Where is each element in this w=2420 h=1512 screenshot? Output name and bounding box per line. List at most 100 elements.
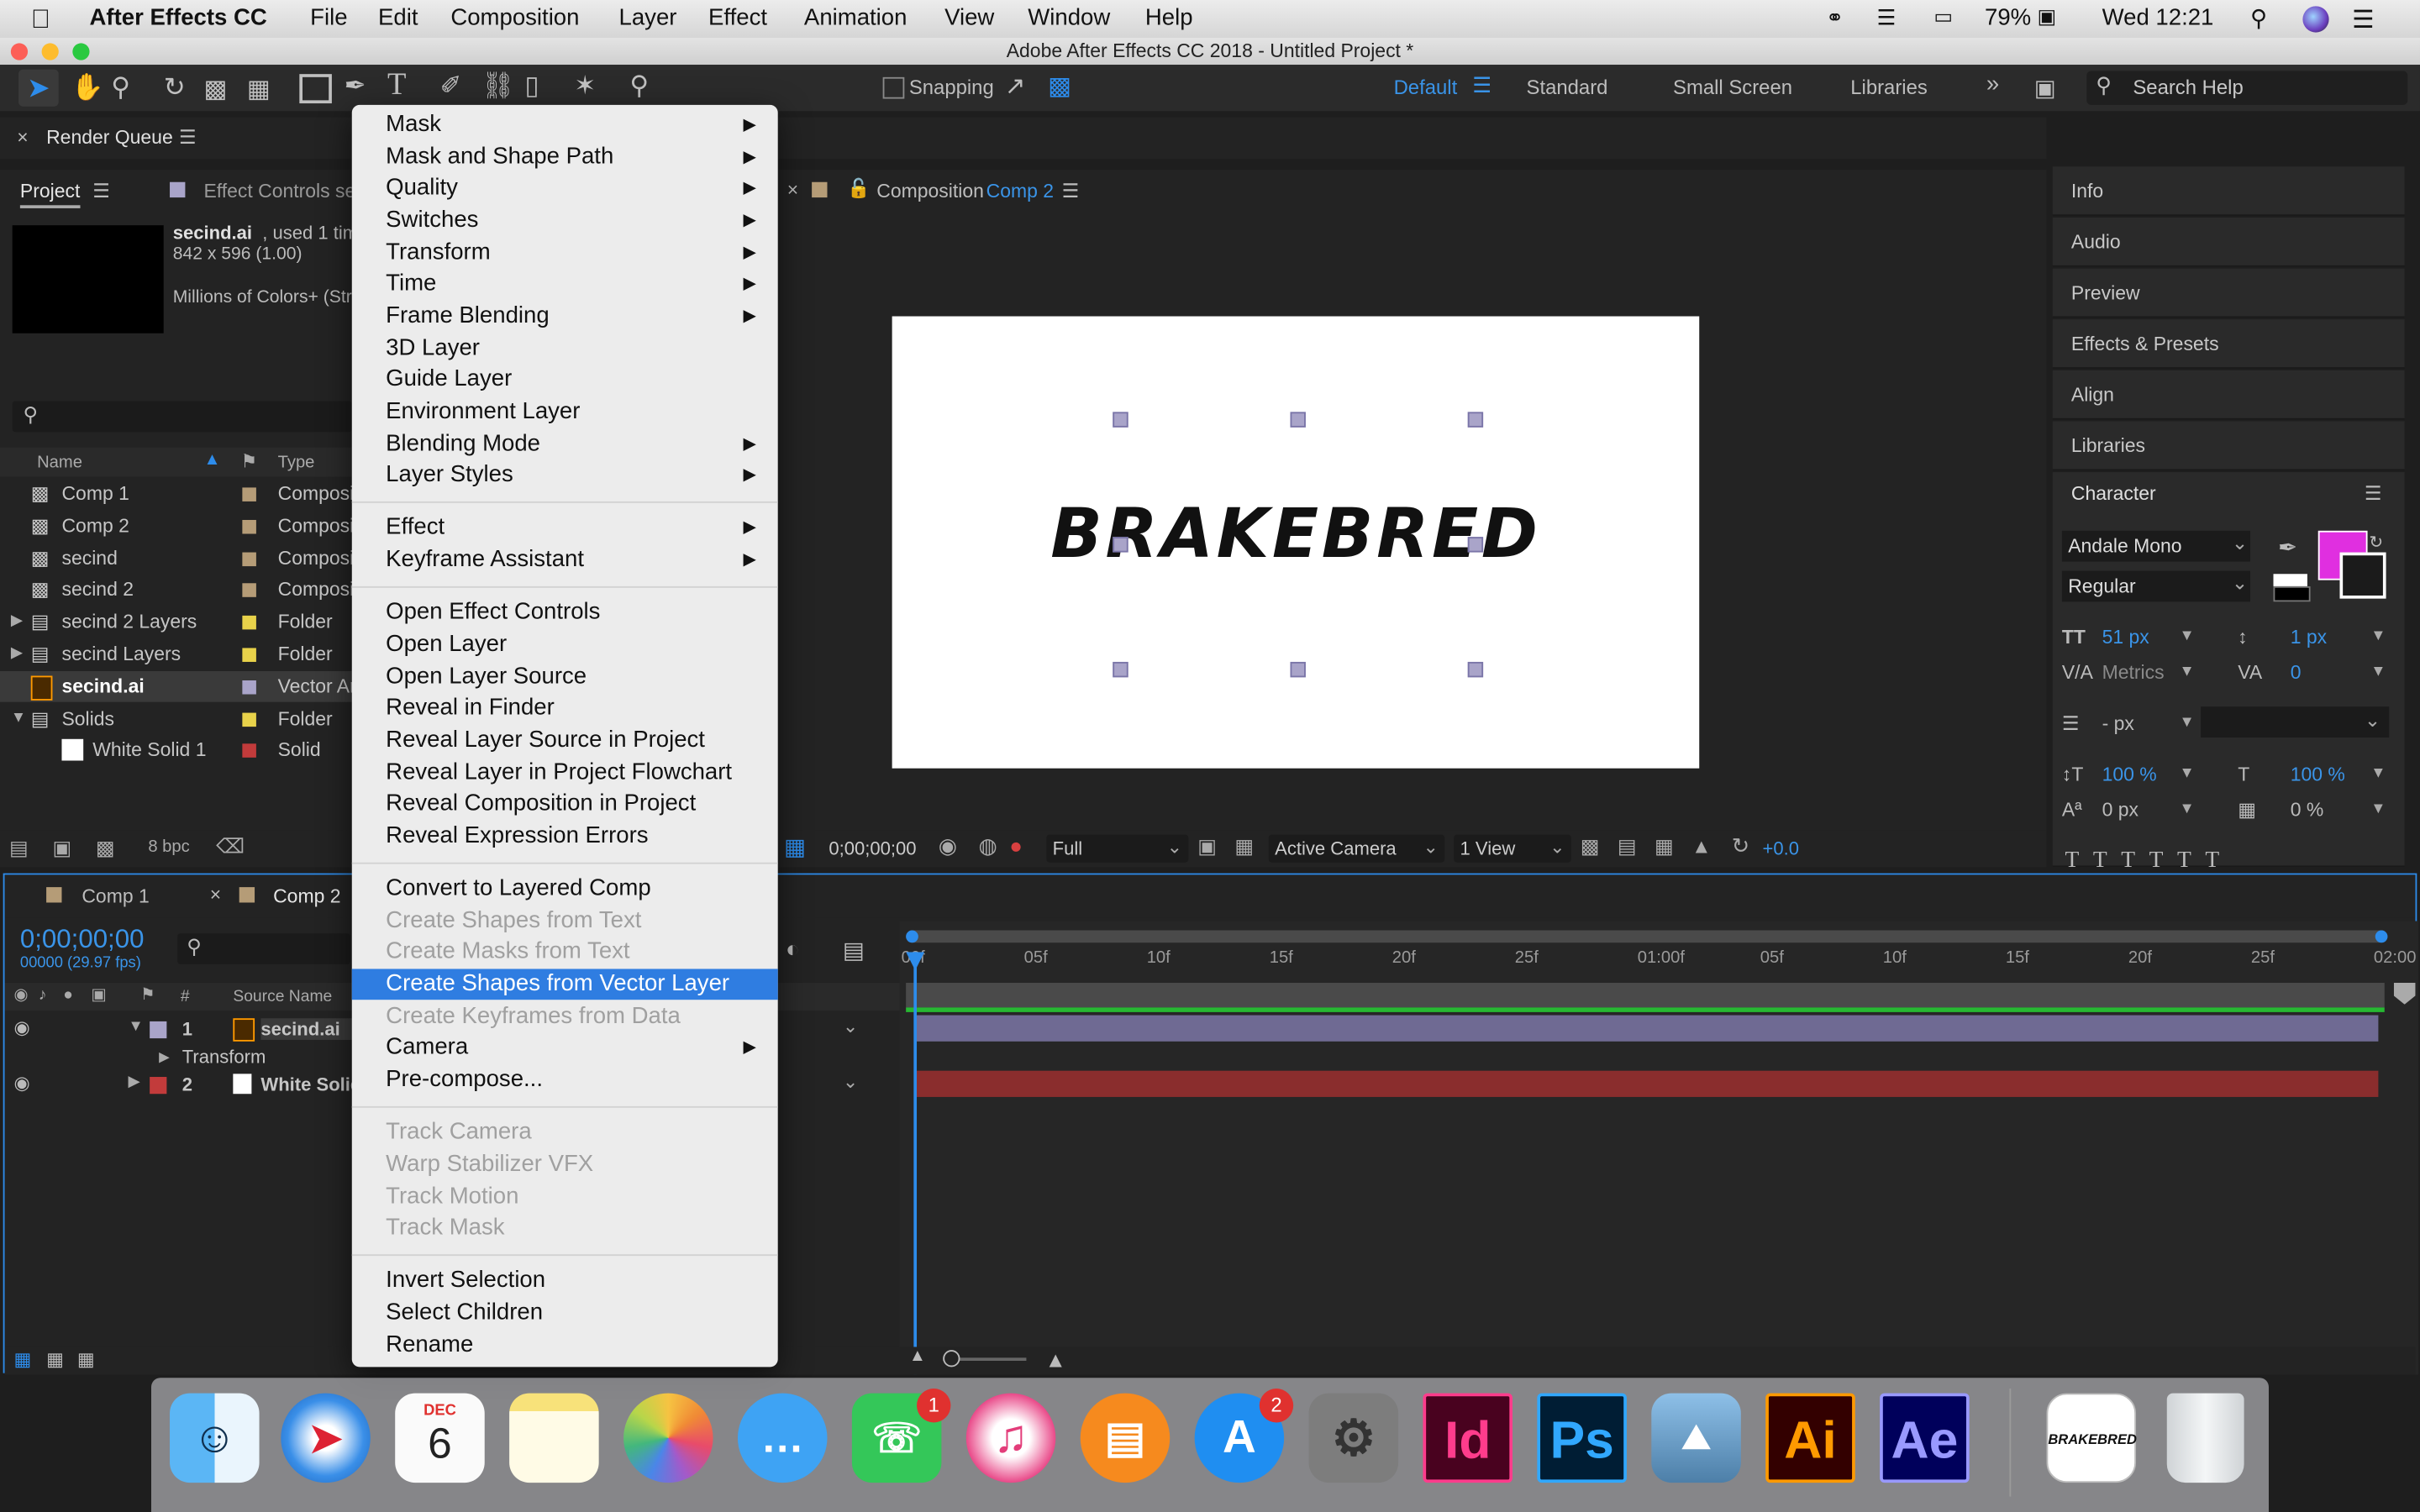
align-panel-tab[interactable]: Align <box>2052 370 2405 420</box>
layer-expand-icon[interactable]: ▶ <box>128 1074 139 1090</box>
color-channels-icon[interactable]: ● <box>1009 833 1023 858</box>
label-color-swatch[interactable] <box>242 616 256 630</box>
wifi-icon[interactable]: ☰ <box>1876 5 1896 31</box>
lock-icon[interactable]: 🔓 <box>847 177 870 199</box>
tsume-value[interactable]: 0 % <box>2291 789 2324 832</box>
messages-app-icon[interactable]: … <box>737 1393 828 1483</box>
parent-dropdown-icon[interactable]: ⌄ <box>843 1016 858 1037</box>
transform-handle[interactable] <box>1113 537 1128 553</box>
battery-icon[interactable]: ▣ <box>2037 5 2056 29</box>
menu-item-keyframe-assistant[interactable]: Keyframe Assistant ▶ <box>352 544 778 575</box>
workspace-standard[interactable]: Standard <box>1527 76 1608 99</box>
close-render-queue-icon[interactable]: × <box>17 127 28 149</box>
region-of-interest-icon[interactable]: ▦ <box>784 833 806 861</box>
new-composition-icon[interactable]: ▩ <box>96 837 115 861</box>
current-time-indicator[interactable] <box>913 952 918 1375</box>
baseline-shift-value[interactable]: 0 px <box>2102 789 2139 832</box>
project-item[interactable]: ▶ ▤ secind Layers Folder <box>0 638 352 669</box>
project-item[interactable]: ▩ Comp 2 Composition <box>0 511 352 542</box>
puppet-pin-tool-icon[interactable]: ⚲ <box>629 71 649 102</box>
transform-expand-icon[interactable]: ▶ <box>159 1049 170 1066</box>
hand-tool-icon[interactable]: ✋ <box>71 72 103 103</box>
project-bit-depth[interactable]: 8 bpc <box>148 837 189 856</box>
parent-dropdown-icon[interactable]: ⌄ <box>843 1071 858 1093</box>
libraries-panel-tab[interactable]: Libraries <box>2052 421 2405 471</box>
after-effects-app-icon[interactable]: Ae <box>1880 1393 1970 1483</box>
menu-item-pre-compose[interactable]: Pre-compose... <box>352 1064 778 1095</box>
menu-item-reveal-in-finder[interactable]: Reveal in Finder <box>352 693 778 724</box>
layer-switches-toggle-icon[interactable]: ▦ <box>14 1348 32 1370</box>
trash-icon[interactable]: ⌫ <box>216 835 245 859</box>
menu-item-guide-layer[interactable]: Guide Layer <box>352 365 778 396</box>
eraser-tool-icon[interactable]: ▯ <box>524 71 539 102</box>
menu-item-effect[interactable]: Effect ▶ <box>352 513 778 544</box>
timeline-tab-comp-2[interactable]: Comp 2 <box>273 885 340 907</box>
label-color-swatch[interactable] <box>242 551 256 566</box>
menu-item-quality[interactable]: Quality ▶ <box>352 173 778 204</box>
menu-item-layer-styles[interactable]: Layer Styles ▶ <box>352 460 778 491</box>
spotlight-icon[interactable]: ⚲ <box>2250 5 2267 33</box>
transparency-grid-icon[interactable]: ▦ <box>1234 835 1254 859</box>
project-item[interactable]: ▩ Comp 1 Composition <box>0 478 352 509</box>
folder-expand-icon[interactable]: ▼ <box>11 703 26 734</box>
flowchart-icon[interactable]: ▲ <box>1691 835 1712 858</box>
transform-handle[interactable] <box>1290 412 1306 428</box>
layer-2-duration-bar[interactable] <box>915 1070 2379 1097</box>
menu-item-reveal-layer-in-project-flowchart[interactable]: Reveal Layer in Project Flowchart <box>352 757 778 788</box>
time-navigator[interactable] <box>906 930 2388 943</box>
menu-item-invert-selection[interactable]: Invert Selection <box>352 1266 778 1297</box>
finder-app-icon[interactable]: ☺ <box>170 1393 260 1483</box>
character-menu-icon[interactable]: ☰ <box>2365 472 2382 515</box>
type-tool-icon[interactable]: T <box>387 68 406 103</box>
notification-center-icon[interactable]: ☰ <box>2352 5 2374 36</box>
app-menu[interactable]: After Effects CC <box>90 5 267 31</box>
close-tab-icon[interactable]: × <box>210 884 221 906</box>
trash-icon[interactable] <box>2166 1393 2244 1483</box>
more-workspaces-icon[interactable]: » <box>1986 71 1999 97</box>
fast-preview-options-icon[interactable]: ▤ <box>1618 835 1637 859</box>
roto-brush-tool-icon[interactable]: ✶ <box>574 71 596 102</box>
pan-behind-tool-icon[interactable]: ▦ <box>247 74 271 105</box>
menu-item-open-effect-controls[interactable]: Open Effect Controls <box>352 597 778 628</box>
timeline-search-input[interactable]: ⚲ <box>177 933 350 964</box>
project-search-input[interactable]: ⚲ <box>12 401 352 433</box>
notes-app-icon[interactable] <box>509 1393 599 1483</box>
project-item[interactable]: White Solid 1 Solid <box>0 735 352 766</box>
workspace-small-screen[interactable]: Small Screen <box>1673 76 1792 99</box>
info-panel-tab[interactable]: Info <box>2052 166 2405 217</box>
zoom-in-icon[interactable]: ▲ <box>1044 1347 1065 1371</box>
show-snapshot-icon[interactable]: ◍ <box>978 833 997 859</box>
fast-previews-icon[interactable]: ▣ <box>1197 835 1217 859</box>
preview-panel-tab[interactable]: Preview <box>2052 268 2405 318</box>
airplay-icon[interactable]: ▭ <box>1933 5 1953 29</box>
calendar-app-icon[interactable]: DEC 6 <box>395 1393 485 1483</box>
menu-item-transform[interactable]: Transform ▶ <box>352 237 778 268</box>
stretch-toggle-icon[interactable]: ▦ <box>77 1348 95 1370</box>
layer-source-name[interactable]: secind.ai <box>260 1018 354 1040</box>
transform-handle[interactable] <box>1467 661 1484 678</box>
work-area-bar[interactable] <box>906 982 2385 1008</box>
chevron-down-icon[interactable]: ▼ <box>2370 651 2386 694</box>
menu-view[interactable]: View <box>944 5 994 31</box>
snapping-checkbox[interactable] <box>882 76 905 99</box>
menu-item-camera[interactable]: Camera ▶ <box>352 1032 778 1063</box>
menu-help[interactable]: Help <box>1145 5 1193 31</box>
stroke-style-dropdown[interactable]: ⌄ <box>2201 706 2390 738</box>
timeline-icon[interactable]: ▦ <box>1655 835 1674 859</box>
chevron-down-icon[interactable]: ▼ <box>2179 702 2194 745</box>
creative-cloud-icon[interactable]: ⚭ <box>1826 5 1844 31</box>
render-queue-tab[interactable]: Render Queue <box>46 127 173 149</box>
project-item[interactable]: secind.ai Vector Art <box>0 670 352 702</box>
label-color-swatch[interactable] <box>242 487 256 501</box>
kerning-value[interactable]: Metrics <box>2102 651 2165 694</box>
navigator-end-handle[interactable] <box>2375 930 2388 943</box>
timeline-current-time[interactable]: 0;00;00;00 <box>20 924 145 955</box>
menu-item-mask-and-shape-path[interactable]: Mask and Shape Path ▶ <box>352 141 778 172</box>
font-style-dropdown[interactable]: Regular ⌄ <box>2061 570 2250 602</box>
label-color-swatch[interactable] <box>242 584 256 598</box>
menu-window[interactable]: Window <box>1028 5 1110 31</box>
comp-timecode[interactable]: 0;00;00;00 <box>829 837 916 859</box>
snap-target-icon[interactable]: ▩ <box>1048 71 1071 102</box>
zoom-slider-knob[interactable] <box>943 1350 960 1368</box>
label-color-swatch[interactable] <box>242 680 256 695</box>
